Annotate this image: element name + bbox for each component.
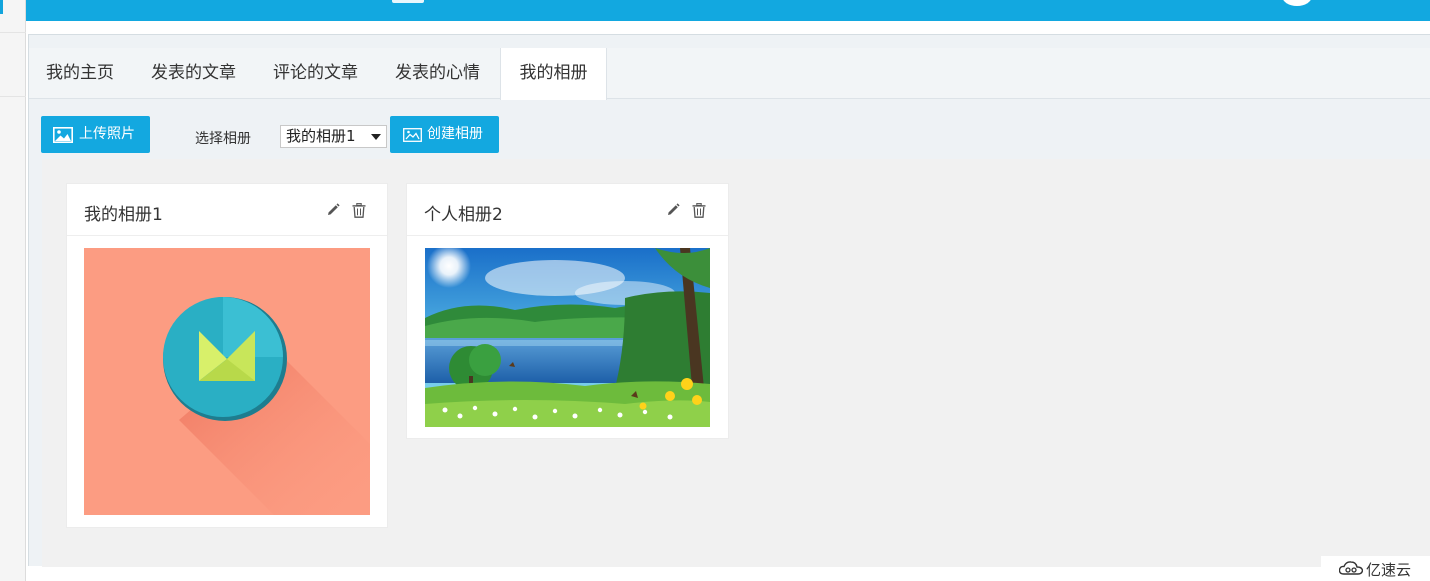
pencil-icon[interactable]	[666, 203, 680, 217]
tab-home[interactable]: 我的主页	[46, 48, 114, 99]
upload-photo-label: 上传照片	[79, 126, 135, 142]
tab-bar: 我的主页 发表的文章 评论的文章 发表的心情 我的相册	[29, 48, 1430, 100]
create-album-button[interactable]: 创建相册	[390, 116, 499, 153]
album-title: 个人相册2	[424, 205, 503, 225]
watermark-text: 亿速云	[1366, 561, 1412, 579]
user-avatar-icon[interactable]	[1282, 0, 1312, 6]
left-sidebar-edge	[0, 0, 26, 581]
album-cover-lake-landscape	[425, 248, 710, 427]
upload-photo-button[interactable]: 上传照片	[41, 116, 150, 153]
trash-icon[interactable]	[352, 203, 366, 218]
pencil-icon[interactable]	[326, 203, 340, 217]
divider	[0, 32, 26, 33]
dropdown-arrow-icon	[371, 134, 381, 140]
menu-icon[interactable]	[392, 0, 424, 3]
sidebar-active-marker	[0, 0, 3, 14]
tab-commented-articles[interactable]: 评论的文章	[273, 48, 358, 99]
divider	[0, 96, 26, 97]
create-album-label: 创建相册	[427, 126, 483, 142]
image-icon	[53, 127, 73, 143]
album-select-value: 我的相册1	[286, 127, 356, 145]
album-cover-material-logo	[84, 248, 370, 515]
album-title: 我的相册1	[84, 205, 163, 225]
tab-my-albums[interactable]: 我的相册	[500, 48, 607, 100]
album-grid: 我的相册1 个人相册2	[42, 159, 1430, 567]
album-card-header: 我的相册1	[67, 184, 387, 236]
album-card[interactable]: 我的相册1	[66, 183, 388, 528]
gallery-icon	[403, 128, 422, 142]
trash-icon[interactable]	[692, 203, 706, 218]
tab-published-articles[interactable]: 发表的文章	[151, 48, 236, 99]
top-header-bar	[26, 0, 1430, 21]
tab-moods[interactable]: 发表的心情	[395, 48, 480, 99]
cloud-logo-icon	[1339, 561, 1363, 575]
watermark: 亿速云	[1321, 556, 1430, 581]
album-card[interactable]: 个人相册2	[406, 183, 729, 439]
album-select[interactable]: 我的相册1	[280, 125, 387, 148]
select-album-label: 选择相册	[195, 131, 251, 147]
album-card-header: 个人相册2	[407, 184, 728, 236]
main-panel: 我的主页 发表的文章 评论的文章 发表的心情 我的相册 上传照片 选择相册 我的…	[28, 34, 1430, 567]
